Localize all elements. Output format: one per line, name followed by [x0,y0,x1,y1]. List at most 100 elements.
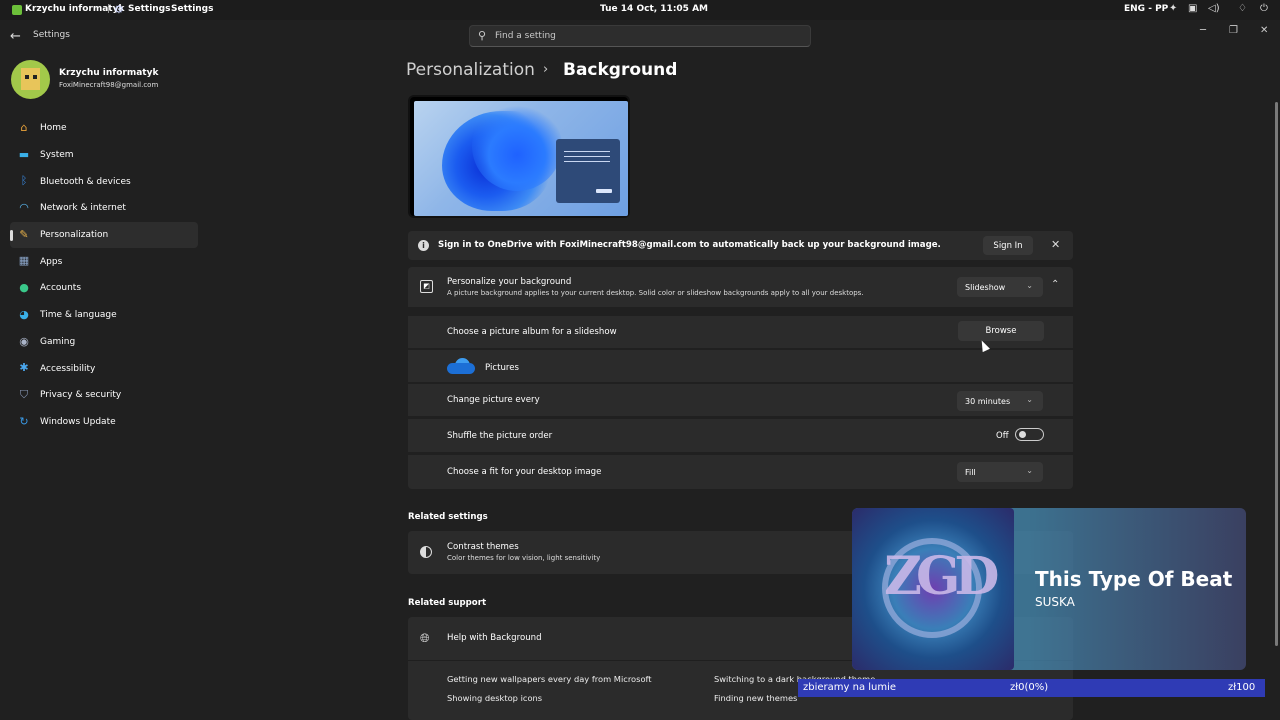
sidebar-item-apps[interactable]: ▦ Apps [10,248,198,275]
page-title: Background [563,60,678,80]
system-icon: ▬ [18,147,30,161]
volume-icon[interactable]: ◁) [1208,3,1220,14]
sidebar-item-bluetooth-devices[interactable]: ᛒ Bluetooth & devices [10,168,198,195]
avatar-eye-left [25,75,29,79]
gear-icon: ⚙ [114,3,124,16]
shuffle-row: Shuffle the picture order Off [408,419,1073,452]
sidebar-item-personalization[interactable]: ✎ Personalization [10,221,198,249]
wifi-icon: ◠ [19,201,29,215]
sidebar-item-label: Accessibility [40,363,96,374]
donation-bar: zbieramy na lumie zł0(0%) zł100 [798,679,1265,697]
song-artist: SUSKA [1035,595,1075,609]
folder-row: Pictures [408,350,1073,382]
sidebar-item-windows-update[interactable]: ↻ Windows Update [10,409,198,436]
sign-in-button[interactable]: Sign In [983,236,1033,255]
preview-window-line [564,161,610,162]
sidebar-item-label: Time & language [40,310,117,321]
avatar-face [21,68,40,90]
clock: Tue 14 Oct, 11:05 AM [600,4,708,14]
sidebar-item-home[interactable]: ⌂ Home [10,115,198,142]
home-icon: ⌂ [20,121,28,134]
window-title: Settings [33,30,70,40]
sidebar-item-label: System [40,150,74,161]
preview-window-line [564,151,610,152]
preview-window [556,139,620,203]
background-type-dropdown[interactable]: Slideshow ⌄ [957,277,1043,297]
globe-icon: 🌐︎ [420,631,430,645]
chevron-down-icon: ⌄ [1026,281,1033,290]
personalize-section: ◩ Personalize your background A picture … [408,267,1073,489]
help-title[interactable]: Help with Background [447,633,542,643]
shuffle-state: Off [996,431,1009,441]
globe-clock-icon: ◕ [19,307,29,321]
sidebar-item-system[interactable]: ▬ System [10,142,198,169]
contrast-title: Contrast themes [447,542,519,552]
sidebar-item-accounts[interactable]: ● Accounts [10,275,198,302]
dismiss-icon[interactable]: ✕ [1051,238,1060,251]
preview-window-button [596,189,612,193]
chevron-up-icon[interactable]: ⌃ [1051,279,1059,290]
personalize-title: Personalize your background [447,277,572,287]
help-link[interactable]: Showing desktop icons [447,693,542,703]
song-title: This Type Of Beat [1035,567,1233,591]
display-icon[interactable]: ▣ [1188,3,1197,14]
help-link[interactable]: Finding new themes [714,693,797,703]
sidebar-item-time-language[interactable]: ◕ Time & language [10,302,198,329]
sidebar-item-accessibility[interactable]: ✱ Accessibility [10,355,198,382]
donation-goal: zł100 [1228,682,1256,693]
search-input[interactable] [495,29,795,43]
settings-title: Settings [171,4,214,14]
interval-dropdown[interactable]: 30 minutes ⌄ [957,391,1043,411]
sidebar-item-privacy-security[interactable]: ⛉ Privacy & security [10,382,198,409]
power-icon[interactable]: ⏻ [1260,3,1268,14]
sidebar-item-label: Privacy & security [40,390,122,401]
sidebar-item-gaming[interactable]: ◉ Gaming [10,329,198,356]
browse-button[interactable]: Browse [958,321,1044,341]
maximize-icon[interactable]: ❐ [1229,25,1238,36]
language-indicator[interactable]: ENG - PP [1124,4,1168,14]
donation-label: zbieramy na lumie [803,682,897,693]
interval-label: Change picture every [447,395,540,405]
personalize-header[interactable]: ◩ Personalize your background A picture … [408,267,1073,307]
now-playing-widget: ZGD This Type Of Beat SUSKA [852,508,1246,670]
fit-value: Fill [965,467,976,477]
folder-name: Pictures [485,363,520,373]
notification-icon[interactable]: ♢ [1238,3,1247,14]
info-icon: i [418,240,429,251]
accessibility-icon: ✱ [19,361,29,375]
user-name: Krzychu informatyk [59,68,159,78]
sidebar-item-label: Home [40,123,67,134]
gaming-icon: ◉ [19,334,29,348]
chevron-down-icon: ⌄ [1026,395,1033,404]
shuffle-toggle[interactable] [1015,428,1044,441]
search-icon: ⚲ [478,29,487,42]
close-icon[interactable]: ✕ [1260,25,1268,36]
interval-value: 30 minutes [965,396,1011,406]
chevron-right-icon: › [543,62,549,77]
settings-separator: - [162,4,166,14]
fit-row: Choose a fit for your desktop image Fill… [408,455,1073,489]
sidebar-item-label: Gaming [40,336,76,347]
sidebar-item-label: Personalization [40,230,109,241]
search-box[interactable]: ⚲ [469,25,811,47]
avatar[interactable] [11,60,50,99]
user-email: FoxiMinecraft98@gmail.com [59,81,159,89]
shuffle-label: Shuffle the picture order [447,431,553,441]
fit-label: Choose a fit for your desktop image [447,467,602,477]
sidebar-item-label: Bluetooth & devices [40,176,131,187]
notice-text: Sign in to OneDrive with FoxiMinecraft98… [438,240,941,250]
album-row: Choose a picture album for a slideshow B… [408,316,1073,348]
interval-row: Change picture every 30 minutes ⌄ [408,384,1073,416]
sidebar-item-network-internet[interactable]: ◠ Network & internet [10,195,198,222]
preview-bloom-2 [472,101,562,191]
scrollbar[interactable] [1275,102,1278,646]
help-link[interactable]: Getting new wallpapers every day from Mi… [447,674,652,684]
minimize-icon[interactable]: ─ [1200,25,1206,36]
back-arrow-icon[interactable]: ← [10,29,21,44]
copilot-icon[interactable]: ✦ [1169,3,1177,14]
fit-dropdown[interactable]: Fill ⌄ [957,462,1043,482]
personalize-description: A picture background applies to your cur… [447,289,864,297]
breadcrumb-parent[interactable]: Personalization [406,60,535,80]
bluetooth-icon: ᛒ [20,174,28,188]
background-type-value: Slideshow [965,282,1006,292]
